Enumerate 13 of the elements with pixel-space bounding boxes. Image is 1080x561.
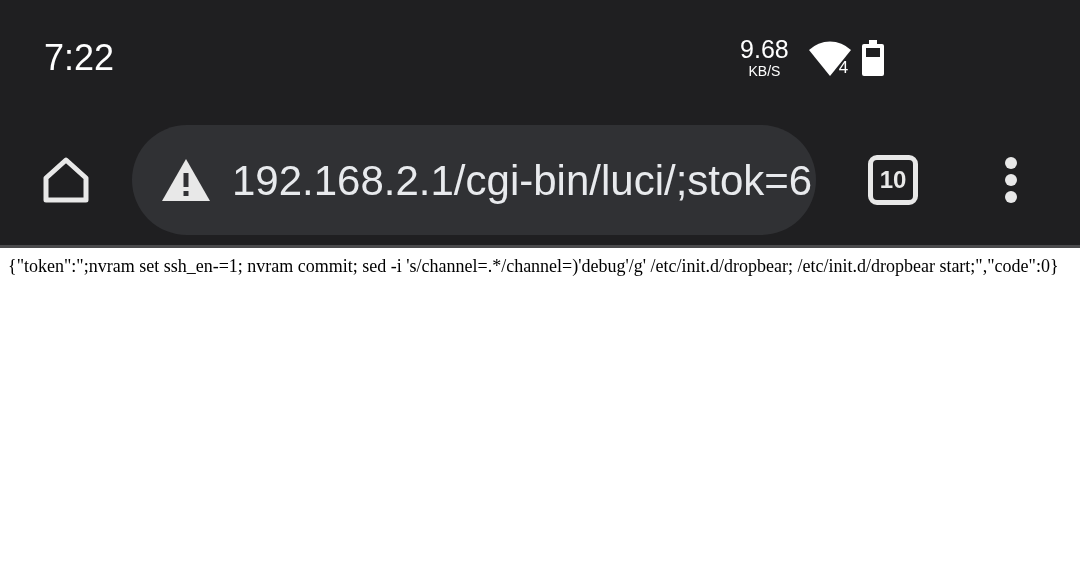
json-response: {"token":";nvram set ssh_en-=1; nvram commit; sed -i 's/channel=.*/channel=)'debug'/g' /etc/init.d/dropbear; /etc/init.d/dropbear start;","code":0} xyxy=(8,255,1060,278)
menu-icon[interactable] xyxy=(1004,156,1018,204)
network-speed: 9.68 xyxy=(740,37,789,62)
speed-unit: KB/S xyxy=(748,64,781,78)
network-type: 4 xyxy=(838,58,849,76)
address-bar[interactable]: 192.168.2.1/cgi-bin/luci/;stok=6 xyxy=(132,125,816,235)
warning-icon xyxy=(160,157,212,203)
tab-count-button[interactable]: 10 xyxy=(868,155,918,205)
wifi-icon xyxy=(808,39,851,76)
battery-icon xyxy=(862,39,885,76)
home-icon[interactable] xyxy=(41,156,91,204)
clock: 7:22 xyxy=(44,35,115,80)
url-text: 192.168.2.1/cgi-bin/luci/;stok=6 xyxy=(232,155,813,206)
